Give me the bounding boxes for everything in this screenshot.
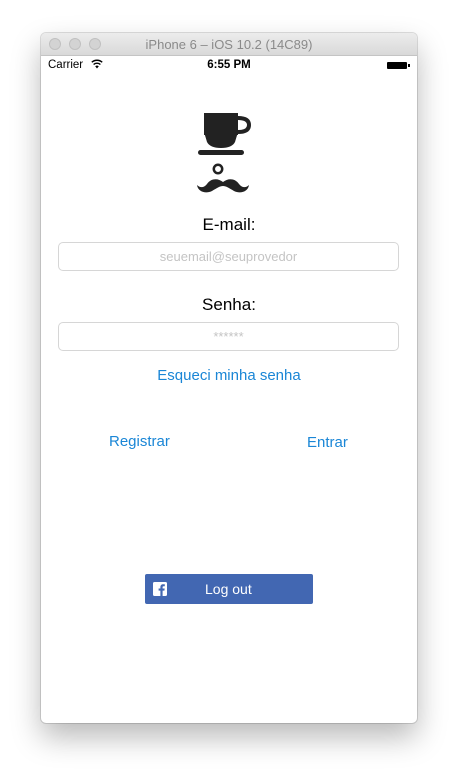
battery-icon <box>387 62 407 69</box>
battery-tip <box>408 64 410 67</box>
email-field[interactable] <box>58 242 399 271</box>
facebook-button-label: Log out <box>205 581 252 597</box>
window-title: iPhone 6 – iOS 10.2 (14C89) <box>145 37 313 52</box>
simulator-window: iPhone 6 – iOS 10.2 (14C89) Carrier 6:55… <box>41 33 417 723</box>
status-bar: Carrier 6:55 PM <box>41 56 417 76</box>
coffee-mustache-logo <box>197 113 252 193</box>
password-label: Senha: <box>202 295 256 314</box>
register-button[interactable]: Registrar <box>109 433 170 450</box>
facebook-logout-button[interactable]: Log out <box>145 574 313 604</box>
status-time: 6:55 PM <box>207 59 251 71</box>
window-titlebar: iPhone 6 – iOS 10.2 (14C89) <box>41 33 417 56</box>
email-label: E-mail: <box>202 215 256 234</box>
login-button[interactable]: Entrar <box>307 434 348 451</box>
forgot-password-link[interactable]: Esqueci minha senha <box>41 367 417 384</box>
password-field[interactable] <box>58 322 399 351</box>
facebook-icon <box>153 582 167 596</box>
